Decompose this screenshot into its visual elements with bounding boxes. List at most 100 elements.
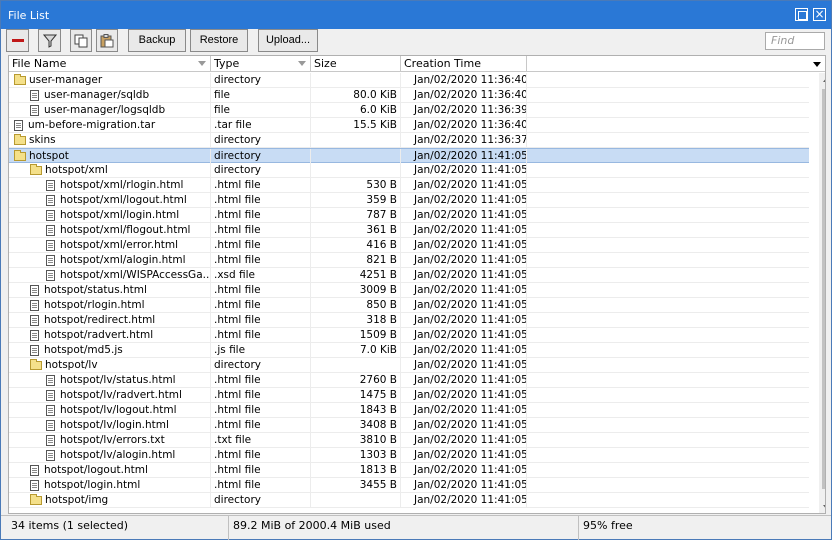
creation-time-cell: Jan/02/2020 11:41:05 (401, 343, 527, 358)
table-row[interactable]: hotspot/xml/logout.html .html file 359 B Ja… (9, 193, 809, 208)
creation-time-cell: Jan/02/2020 11:41:05 (401, 463, 527, 478)
file-type-cell: .html file (211, 448, 311, 463)
file-type-cell: .html file (211, 193, 311, 208)
title-bar[interactable]: File List × (1, 1, 831, 29)
status-free-space: 95% free (583, 519, 633, 532)
table-row[interactable]: user-manager/sqldb file 80.0 KiB Jan/02/202… (9, 88, 809, 103)
column-menu-icon[interactable] (809, 56, 825, 72)
table-row[interactable]: hotspot/lv/logout.html .html file 1843 B Ja… (9, 403, 809, 418)
remove-button[interactable] (6, 29, 29, 52)
scroll-down-icon[interactable] (819, 501, 825, 513)
creation-time-cell: Jan/02/2020 11:41:05 (401, 238, 527, 253)
file-name: hotspot (29, 150, 69, 162)
table-row[interactable]: skins directory Jan/02/2020 11:36:37 (9, 133, 809, 148)
file-icon (46, 390, 55, 401)
table-row[interactable]: hotspot/lv directory Jan/02/2020 11:41:05 (9, 358, 809, 373)
paste-icon (100, 34, 114, 48)
file-size-cell: 1303 B (311, 448, 401, 463)
file-name-cell: hotspot/rlogin.html (9, 298, 211, 313)
table-row[interactable]: hotspot/logout.html .html file 1813 B Jan/0… (9, 463, 809, 478)
file-type-cell: file (211, 103, 311, 118)
table-row[interactable]: user-manager/logsqldb file 6.0 KiB Jan/02/2… (9, 103, 809, 118)
column-header-creation-time[interactable]: Creation Time (401, 56, 527, 72)
file-icon (46, 225, 55, 236)
restore-button[interactable]: Restore (190, 29, 248, 52)
file-type-cell: .html file (211, 373, 311, 388)
table-row[interactable]: hotspot/status.html .html file 3009 B Jan/0… (9, 283, 809, 298)
file-name-cell: hotspot/radvert.html (9, 328, 211, 343)
file-name: hotspot/lv/status.html (60, 374, 176, 386)
column-header-file-name[interactable]: File Name (9, 56, 211, 72)
creation-time-cell: Jan/02/2020 11:41:05 (401, 373, 527, 388)
column-header-size[interactable]: Size (311, 56, 401, 72)
vertical-scrollbar[interactable] (819, 73, 825, 513)
table-row[interactable]: hotspot/xml/login.html .html file 787 B Jan… (9, 208, 809, 223)
file-size-cell (311, 133, 401, 148)
table-row[interactable]: hotspot/xml directory Jan/02/2020 11:41:05 (9, 163, 809, 178)
table-row[interactable]: user-manager directory Jan/02/2020 11:36:4… (9, 73, 809, 88)
table-row[interactable]: hotspot/xml/error.html .html file 416 B Jan… (9, 238, 809, 253)
table-row[interactable]: hotspot/lv/radvert.html .html file 1475 BJ… (9, 388, 809, 403)
creation-time-cell: Jan/02/2020 11:36:37 (401, 133, 527, 148)
column-header-type[interactable]: Type (211, 56, 311, 72)
paste-button[interactable] (96, 29, 118, 52)
file-icon (46, 195, 55, 206)
table-row[interactable]: hotspot/md5.js .js file 7.0 KiB Jan/02/2020… (9, 343, 809, 358)
table-row[interactable]: hotspot/lv/status.html .html file 2760 B Ja… (9, 373, 809, 388)
scroll-up-icon[interactable] (819, 73, 825, 87)
file-icon (30, 330, 39, 341)
table-row[interactable]: hotspot/lv/errors.txt .txt file 3810 B Jan/… (9, 433, 809, 448)
file-size-cell (311, 163, 401, 178)
table-row[interactable]: hotspot/lv/alogin.html .html file 1303 B Ja… (9, 448, 809, 463)
find-input[interactable]: Find (765, 32, 825, 50)
file-type-cell: .xsd file (211, 268, 311, 283)
file-type-cell: .html file (211, 238, 311, 253)
table-row[interactable]: hotspot/img directory Jan/02/2020 11:41:05 (9, 493, 809, 508)
file-name-cell: hotspot/lv/logout.html (9, 403, 211, 418)
table-row[interactable]: hotspot/redirect.html .html file 318 B Jan/… (9, 313, 809, 328)
table-row[interactable]: hotspot/xml/flogout.html .html file 361 BJ… (9, 223, 809, 238)
backup-button[interactable]: Backup (128, 29, 186, 52)
folder-icon (14, 150, 26, 161)
file-name: hotspot/login.html (44, 479, 141, 491)
file-name: hotspot/lv/alogin.html (60, 449, 176, 461)
table-row[interactable]: hotspot/xml/alogin.html .html file 821 B Ja… (9, 253, 809, 268)
scroll-thumb[interactable] (822, 89, 825, 489)
table-row[interactable]: um-before-migration.tar .tar file 15.5 KiB… (9, 118, 809, 133)
file-size-cell: 3009 B (311, 283, 401, 298)
close-icon[interactable]: × (813, 8, 826, 21)
table-row[interactable]: hotspot/radvert.html .html file 1509 B Jan/… (9, 328, 809, 343)
creation-time-cell: Jan/02/2020 11:41:05 (401, 193, 527, 208)
table-row[interactable]: hotspot/xml/WISPAccessGa... .xsd file 4251… (9, 268, 809, 283)
file-name: hotspot/lv/logout.html (60, 404, 177, 416)
folder-icon (30, 494, 42, 505)
file-name: hotspot/lv/login.html (60, 419, 169, 431)
file-name: hotspot/xml (45, 164, 108, 176)
table-row[interactable]: hotspot/login.html .html file 3455 B Jan/02… (9, 478, 809, 493)
file-name: um-before-migration.tar (28, 119, 156, 131)
file-icon (30, 285, 39, 296)
creation-time-cell: Jan/02/2020 11:36:39 (401, 103, 527, 118)
filter-button[interactable] (38, 29, 61, 52)
file-size-cell: 1843 B (311, 403, 401, 418)
table-row[interactable]: hotspot directory Jan/02/2020 11:41:05 (9, 148, 809, 164)
file-size-cell: 3810 B (311, 433, 401, 448)
creation-time-cell: Jan/02/2020 11:41:05 (401, 208, 527, 223)
file-name-cell: hotspot/xml/rlogin.html (9, 178, 211, 193)
file-size-cell (311, 358, 401, 373)
file-size-cell: 6.0 KiB (311, 103, 401, 118)
creation-time-cell: Jan/02/2020 11:41:05 (401, 433, 527, 448)
copy-button[interactable] (70, 29, 92, 52)
file-name: hotspot/md5.js (44, 344, 123, 356)
upload-button[interactable]: Upload... (258, 29, 318, 52)
restore-window-icon[interactable] (795, 8, 808, 21)
status-disk-usage: 89.2 MiB of 2000.4 MiB used (229, 516, 579, 540)
table-row[interactable]: hotspot/lv/login.html .html file 3408 B Jan… (9, 418, 809, 433)
file-name: hotspot/status.html (44, 284, 147, 296)
file-name-cell: user-manager (9, 73, 211, 88)
table-row[interactable]: hotspot/rlogin.html .html file 850 B Jan/02… (9, 298, 809, 313)
file-name: hotspot/redirect.html (44, 314, 156, 326)
table-row[interactable]: hotspot/xml/rlogin.html .html file 530 B Ja… (9, 178, 809, 193)
file-name-cell: hotspot/lv/alogin.html (9, 448, 211, 463)
file-size-cell: 3455 B (311, 478, 401, 493)
